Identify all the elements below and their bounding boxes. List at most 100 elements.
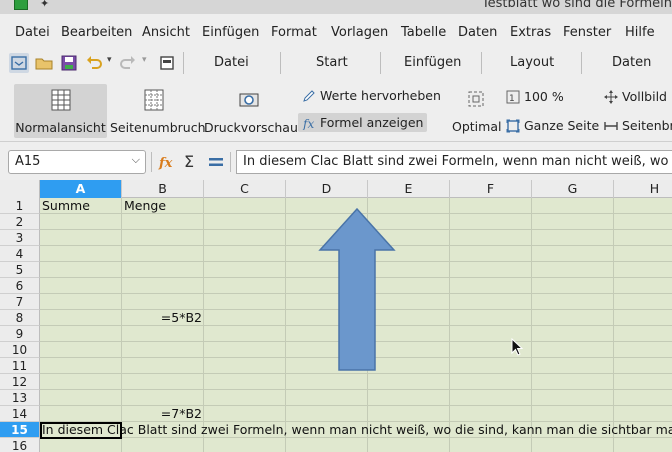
zoom-fit-icon[interactable]: [467, 90, 485, 108]
cell-reference: A15: [15, 154, 41, 169]
app-icon: [14, 0, 28, 10]
tab-einfuegen[interactable]: Einfügen: [404, 55, 461, 70]
normal-view-label: Normalansicht: [15, 120, 106, 135]
column-header-g[interactable]: G: [532, 180, 614, 198]
zoom-value: 100 %: [524, 89, 564, 104]
redo-dropdown-icon[interactable]: ▾: [142, 55, 147, 65]
sum-icon[interactable]: Σ: [183, 152, 199, 170]
tab-bar: ▾ ▾ Datei Start Einfügen Layout Daten: [0, 50, 672, 78]
menu-einfuegen[interactable]: Einfügen: [202, 25, 259, 40]
optimal-button[interactable]: Optimal: [452, 119, 501, 134]
menu-ansicht[interactable]: Ansicht: [142, 25, 190, 40]
row-header-9[interactable]: 9: [0, 326, 40, 342]
grid-view-icon: [51, 89, 70, 111]
page-break-button[interactable]: Seitenumbruch: [110, 84, 206, 138]
cell-b8[interactable]: =5*B2: [122, 310, 202, 326]
equals-icon[interactable]: [207, 154, 225, 170]
column-header-e[interactable]: E: [368, 180, 450, 198]
page-break-label: Seitenumbruch: [110, 120, 206, 135]
menu-format[interactable]: Format: [271, 25, 317, 40]
sidebar-toggle-icon[interactable]: [9, 53, 29, 73]
undo-icon[interactable]: [84, 53, 104, 73]
print-preview-button[interactable]: Druckvorschau: [204, 84, 298, 138]
print-preview-icon: [239, 93, 259, 107]
move-icon: [604, 89, 618, 104]
function-wizard-icon[interactable]: fx: [158, 153, 176, 171]
menu-hilfe[interactable]: Hilfe: [625, 25, 655, 40]
pin-icon[interactable]: ✦: [40, 0, 49, 10]
page-width-icon: [604, 121, 618, 130]
row-header-12[interactable]: 12: [0, 374, 40, 390]
save-icon[interactable]: [59, 53, 79, 73]
cell-a15[interactable]: In diesem Clac Blatt sind zwei Formeln, …: [42, 422, 672, 438]
highlight-values-label: Werte hervorheben: [320, 88, 441, 103]
tab-layout[interactable]: Layout: [510, 55, 554, 70]
column-header-b[interactable]: B: [122, 180, 204, 198]
column-header-f[interactable]: F: [450, 180, 532, 198]
row-header-15[interactable]: 15: [0, 422, 40, 438]
sheet-grid[interactable]: A B C D E F G H 1 2 3 4 5 6 7 8 9 10 11 …: [0, 180, 672, 452]
whole-page-label: Ganze Seite: [524, 118, 600, 133]
whole-page-button[interactable]: Ganze Seite: [506, 118, 599, 133]
cell-cursor: [40, 422, 122, 439]
zoom-icon: 1: [506, 90, 520, 104]
column-header-a[interactable]: A: [40, 180, 122, 198]
svg-text:fx: fx: [158, 156, 173, 171]
row-header-3[interactable]: 3: [0, 230, 40, 246]
menu-fenster[interactable]: Fenster: [563, 25, 611, 40]
chevron-down-icon[interactable]: ⌵: [132, 153, 140, 167]
menu-extras[interactable]: Extras: [510, 25, 551, 40]
row-header-1[interactable]: 1: [0, 198, 40, 214]
zoom-100-button[interactable]: 1 100 %: [506, 89, 564, 104]
cell-b1[interactable]: Menge: [124, 198, 166, 214]
normal-view-button[interactable]: Normalansicht: [14, 84, 107, 138]
row-header-6[interactable]: 6: [0, 278, 40, 294]
row-header-8[interactable]: 8: [0, 310, 40, 326]
row-header-4[interactable]: 4: [0, 246, 40, 262]
open-folder-icon[interactable]: [34, 53, 54, 73]
svg-text:fx: fx: [302, 117, 314, 130]
menu-tabelle[interactable]: Tabelle: [401, 25, 446, 40]
row-header-5[interactable]: 5: [0, 262, 40, 278]
row-header-13[interactable]: 13: [0, 390, 40, 406]
full-screen-button[interactable]: Vollbild: [604, 89, 667, 104]
row-header-14[interactable]: 14: [0, 406, 40, 422]
page-width-button[interactable]: Seitenbreite: [604, 118, 672, 133]
row-header-2[interactable]: 2: [0, 214, 40, 230]
tab-datei[interactable]: Datei: [214, 55, 249, 70]
column-header-c[interactable]: C: [204, 180, 286, 198]
row-header-10[interactable]: 10: [0, 342, 40, 358]
row-header-11[interactable]: 11: [0, 358, 40, 374]
undo-dropdown-icon[interactable]: ▾: [107, 55, 112, 65]
svg-text:Σ: Σ: [184, 152, 194, 170]
menu-vorlagen[interactable]: Vorlagen: [331, 25, 388, 40]
page-break-icon: [144, 89, 164, 111]
column-header-d[interactable]: D: [286, 180, 368, 198]
highlight-values-button[interactable]: Werte hervorheben: [302, 88, 441, 103]
tab-start[interactable]: Start: [316, 55, 348, 70]
pencil-icon: [303, 89, 315, 102]
cell-a1[interactable]: Summe: [42, 198, 90, 214]
name-box[interactable]: A15 ⌵: [8, 150, 146, 174]
page-width-label: Seitenbreite: [622, 118, 672, 133]
row-header-16[interactable]: 16: [0, 438, 40, 452]
tab-daten[interactable]: Daten: [612, 55, 651, 70]
column-header-h[interactable]: H: [614, 180, 672, 198]
redo-icon[interactable]: [118, 53, 138, 73]
formula-bar: A15 ⌵ fx Σ In diesem Clac Blatt sind zwe…: [0, 148, 672, 176]
menu-daten[interactable]: Daten: [458, 25, 497, 40]
whole-page-icon: [506, 119, 520, 132]
window-title: Testblatt wo sind die Formeln: [481, 0, 672, 11]
formula-icon: fx: [302, 117, 314, 130]
formula-input[interactable]: In diesem Clac Blatt sind zwei Formeln, …: [236, 150, 672, 174]
print-icon[interactable]: [157, 53, 177, 73]
up-arrow-shape[interactable]: [318, 208, 396, 372]
show-formula-label: Formel anzeigen: [320, 115, 424, 130]
menu-bar: Datei Bearbeiten Ansicht Einfügen Format…: [0, 22, 672, 44]
menu-bearbeiten[interactable]: Bearbeiten: [61, 25, 132, 40]
select-all-corner[interactable]: [0, 180, 40, 198]
show-formula-button[interactable]: fx Formel anzeigen: [298, 113, 428, 132]
cell-b14[interactable]: =7*B2: [122, 406, 202, 422]
menu-datei[interactable]: Datei: [15, 25, 50, 40]
row-header-7[interactable]: 7: [0, 294, 40, 310]
